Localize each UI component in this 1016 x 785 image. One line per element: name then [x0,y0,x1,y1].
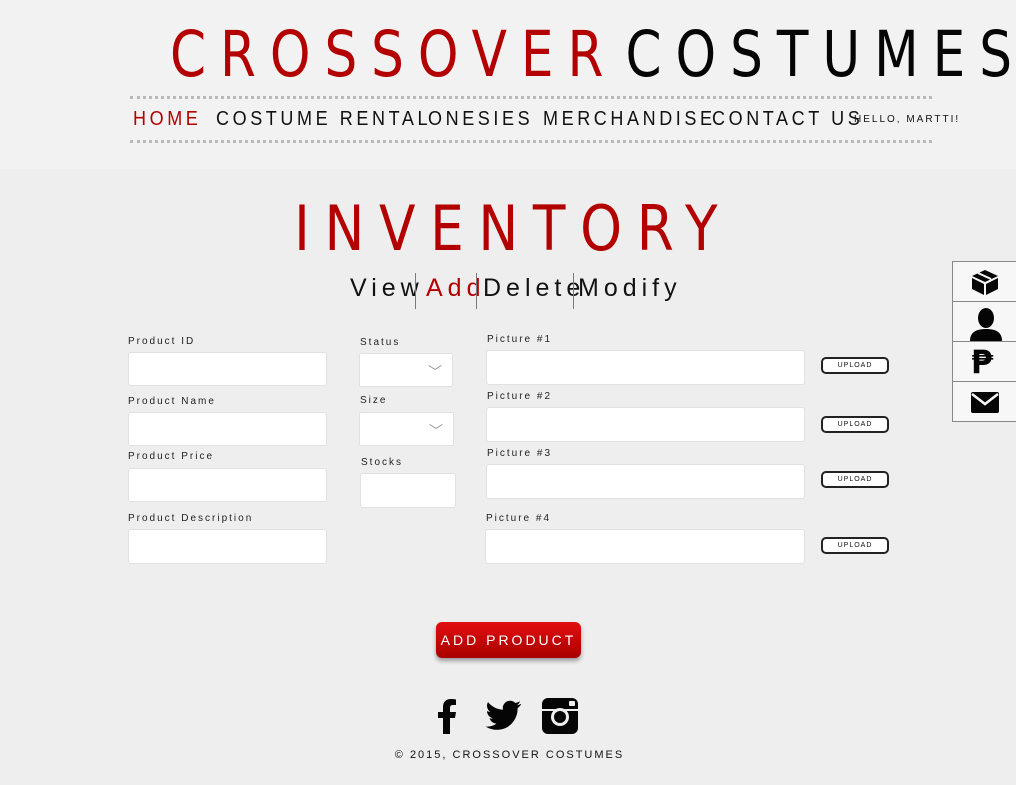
nav-merchandise[interactable]: MERCHANDISE [543,108,716,131]
facebook-icon[interactable] [428,696,468,736]
account-shortcut[interactable] [953,302,1016,342]
stocks-input[interactable] [360,473,456,508]
box-icon [972,270,998,295]
product-name-label: Product Name [128,396,216,407]
upload-picture-2-button[interactable]: UPLOAD [821,416,889,433]
picture-2-input[interactable] [486,407,805,442]
picture-3-label: Picture #3 [487,448,553,459]
chevron-down-icon: ﹀ [428,364,442,380]
tab-separator [415,273,416,309]
stocks-label: Stocks [361,457,404,468]
picture-1-input[interactable] [486,350,805,385]
product-description-label: Product Description [128,513,254,524]
picture-4-label: Picture #4 [486,513,552,524]
upload-picture-3-button[interactable]: UPLOAD [821,471,889,488]
product-id-label: Product ID [128,336,196,347]
twitter-icon[interactable] [483,696,523,736]
instagram-icon[interactable] [540,696,580,736]
payments-shortcut[interactable]: ₱ [953,342,1016,382]
upload-picture-1-button[interactable]: UPLOAD [821,357,889,374]
mail-icon [971,392,999,413]
tab-modify[interactable]: Modify [578,273,682,309]
size-label: Size [360,395,388,406]
tab-view[interactable]: View [350,273,424,309]
brand-part-1: CROSSOVER [170,18,618,91]
page-title: INVENTORY [294,192,733,265]
footer-copyright: © 2015, CROSSOVER COSTUMES [394,749,625,761]
upload-picture-4-button[interactable]: UPLOAD [821,537,889,554]
picture-3-input[interactable] [486,464,805,499]
product-price-input[interactable] [128,468,327,502]
product-name-input[interactable] [128,412,327,446]
size-select[interactable]: ﹀ [359,412,454,446]
divider-bottom [130,140,932,143]
product-price-label: Product Price [128,451,215,462]
user-icon [970,308,1002,341]
product-description-input[interactable] [128,529,327,564]
divider-top [130,96,932,99]
picture-1-label: Picture #1 [487,334,553,345]
nav-costume-rental[interactable]: COSTUME RENTAL [216,108,431,131]
tab-separator [476,273,477,309]
inventory-shortcut[interactable] [953,262,1016,302]
brand-logo[interactable]: CROSSOVER COSTUMES [170,18,1016,91]
tab-delete[interactable]: Delete [483,273,585,309]
product-id-input[interactable] [128,352,327,386]
picture-4-input[interactable] [485,529,805,564]
status-select[interactable]: ﹀ [359,353,453,387]
nav-contact-us[interactable]: CONTACT US [712,108,863,131]
user-greeting[interactable]: HELLO, MARTTI! [854,114,960,125]
quick-access-sidebar: ₱ [952,261,1016,422]
header: CROSSOVER COSTUMES HOME COSTUME RENTAL ON… [0,0,1016,169]
picture-2-label: Picture #2 [487,391,553,402]
tab-separator [573,273,574,309]
add-product-button[interactable]: ADD PRODUCT [436,622,581,658]
nav-home[interactable]: HOME [133,108,201,131]
peso-icon: ₱ [971,343,994,381]
status-label: Status [360,337,401,348]
chevron-down-icon: ﹀ [429,423,443,439]
brand-part-2: COSTUMES [625,18,1016,91]
nav-onesies[interactable]: ONESIES [428,108,533,131]
messages-shortcut[interactable] [953,382,1016,422]
